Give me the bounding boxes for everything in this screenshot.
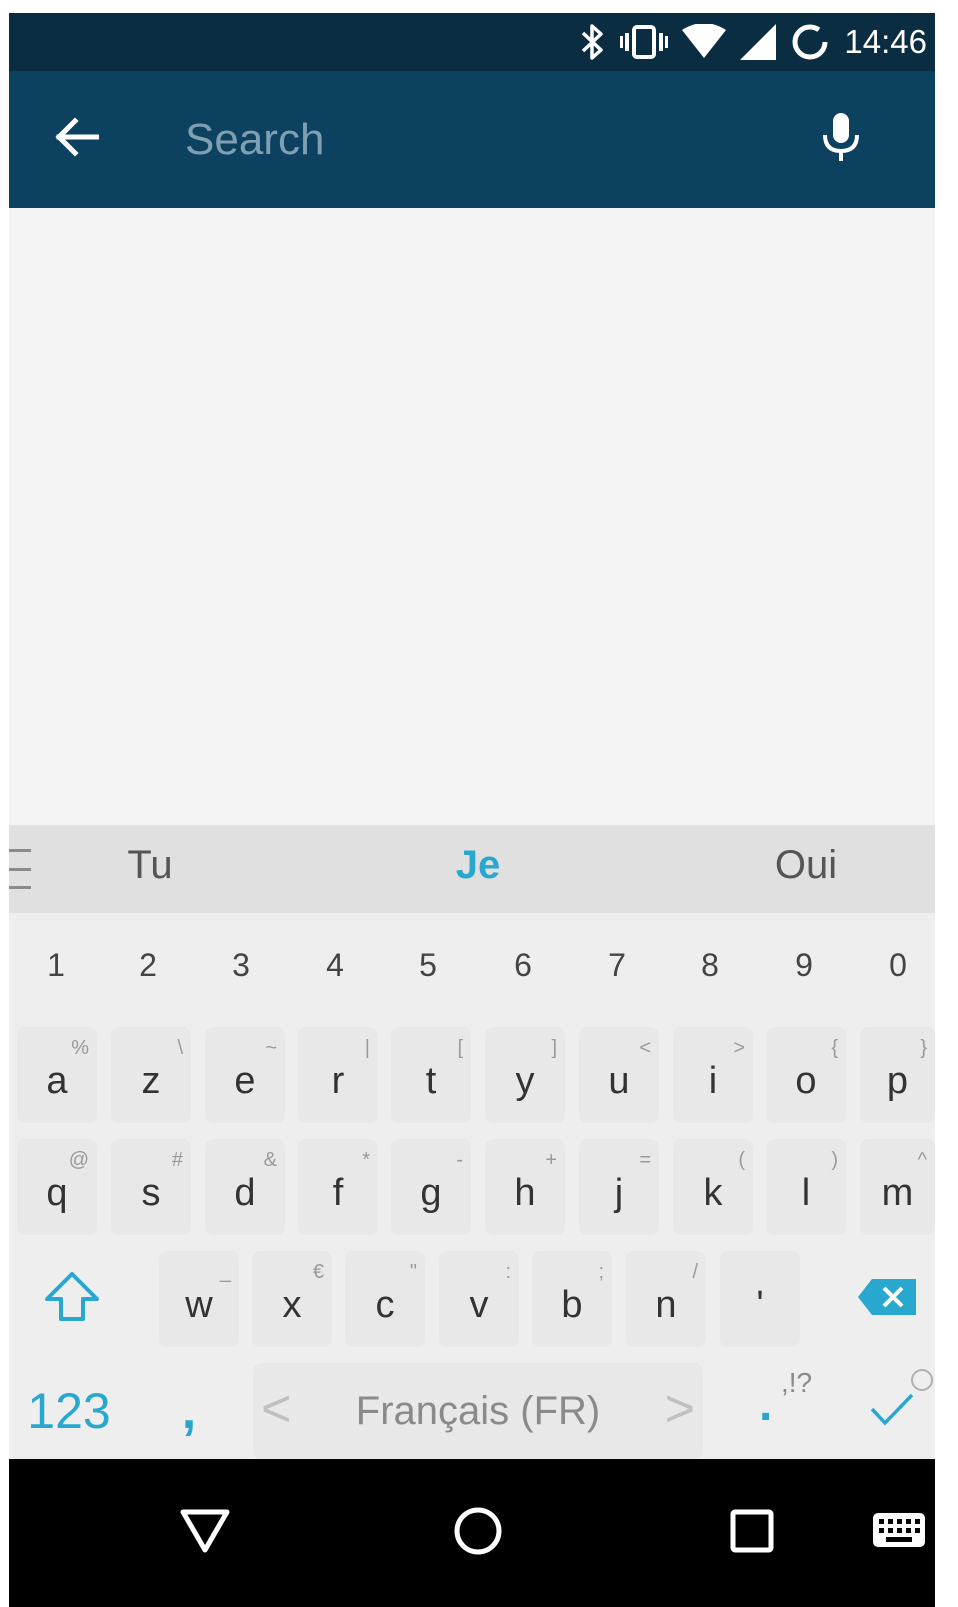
key-r[interactable]: | r <box>298 1027 378 1123</box>
mic-icon <box>821 111 861 168</box>
comma-key[interactable]: , <box>149 1363 229 1459</box>
key-h[interactable]: + h <box>485 1139 565 1235</box>
key-m[interactable]: ^ m <box>860 1139 935 1235</box>
signal-icon <box>740 24 777 60</box>
suggestion-strip: Tu Je Oui <box>9 825 935 913</box>
status-time: 14:46 <box>844 23 927 60</box>
soft-keyboard: Tu Je Oui 1 2 3 4 5 6 7 8 9 0 % a \ z ~ e |… <box>9 825 935 1459</box>
shift-key[interactable] <box>17 1251 127 1347</box>
keyboard-icon <box>871 1511 927 1556</box>
sync-icon <box>790 22 830 62</box>
key-b[interactable]: ; b <box>532 1251 612 1347</box>
key-y[interactable]: ] y <box>485 1027 565 1123</box>
language-next-arrow: > <box>664 1380 695 1438</box>
language-prev-arrow: < <box>261 1380 292 1438</box>
key-c[interactable]: " c <box>345 1251 425 1347</box>
key-a[interactable]: % a <box>17 1027 97 1123</box>
key-g[interactable]: -g <box>391 1139 471 1235</box>
shift-icon <box>43 1271 101 1328</box>
key-apostrophe[interactable]: ' <box>720 1251 800 1347</box>
key-0[interactable]: 0 <box>868 947 928 984</box>
key-8[interactable]: 8 <box>680 947 740 984</box>
screen: 14:46 Tu Je Oui 1 2 3 4 5 6 <box>9 13 935 1607</box>
key-k[interactable]: (k <box>673 1139 753 1235</box>
symbols-key[interactable]: 123 <box>9 1363 129 1459</box>
key-l[interactable]: ) l <box>766 1139 846 1235</box>
key-t[interactable]: [t <box>391 1027 471 1123</box>
wifi-icon <box>682 24 727 60</box>
key-x[interactable]: € x <box>252 1251 332 1347</box>
status-bar: 14:46 <box>9 13 935 71</box>
number-row: 1 2 3 4 5 6 7 8 9 0 <box>9 913 935 1021</box>
emoji-hint-icon <box>911 1369 933 1391</box>
back-arrow-icon <box>55 116 100 162</box>
punctuation-hint: ,!? <box>781 1367 813 1398</box>
voice-search-button[interactable] <box>809 107 873 171</box>
key-z[interactable]: \ z <box>111 1027 191 1123</box>
space-bar[interactable]: < Français (FR) > <box>253 1363 703 1459</box>
vibrate-icon <box>620 24 669 60</box>
backspace-icon <box>858 1278 916 1320</box>
back-button[interactable] <box>49 111 105 167</box>
key-f[interactable]: * f <box>298 1139 378 1235</box>
space-language-label: Français (FR) <box>355 1388 601 1433</box>
key-2[interactable]: 2 <box>118 947 178 984</box>
suggestion-left[interactable]: Tu <box>127 843 172 888</box>
key-v[interactable]: :v <box>439 1251 519 1347</box>
nav-back-button[interactable] <box>165 1493 245 1573</box>
nav-home-button[interactable] <box>438 1493 518 1573</box>
period-key[interactable]: ,!? . <box>729 1363 829 1459</box>
nav-back-icon <box>180 1508 230 1559</box>
key-4[interactable]: 4 <box>305 947 365 984</box>
navigation-bar <box>9 1459 935 1607</box>
key-5[interactable]: 5 <box>398 947 458 984</box>
key-d[interactable]: & d <box>205 1139 285 1235</box>
key-p[interactable]: } p <box>860 1027 935 1123</box>
search-results-area <box>9 208 935 825</box>
key-u[interactable]: < u <box>579 1027 659 1123</box>
suggestion-right[interactable]: Oui <box>775 843 837 888</box>
search-app-bar <box>9 71 935 208</box>
key-n[interactable]: / n <box>626 1251 706 1347</box>
nav-recents-icon <box>730 1509 774 1558</box>
key-7[interactable]: 7 <box>587 947 647 984</box>
key-o[interactable]: {o <box>766 1027 846 1123</box>
key-3[interactable]: 3 <box>211 947 271 984</box>
key-i[interactable]: > i <box>673 1027 753 1123</box>
checkmark-icon <box>869 1391 915 1432</box>
key-w[interactable]: _ w <box>159 1251 239 1347</box>
nav-home-icon <box>453 1506 503 1561</box>
key-9[interactable]: 9 <box>774 947 834 984</box>
keyboard-menu-icon[interactable] <box>9 849 39 889</box>
search-input[interactable] <box>183 107 787 173</box>
key-s[interactable]: # s <box>111 1139 191 1235</box>
key-q[interactable]: @ q <box>17 1139 97 1235</box>
backspace-key[interactable] <box>839 1251 935 1347</box>
key-j[interactable]: = j <box>579 1139 659 1235</box>
bluetooth-icon <box>580 22 606 62</box>
key-6[interactable]: 6 <box>493 947 553 984</box>
key-1[interactable]: 1 <box>26 947 86 984</box>
nav-recents-button[interactable] <box>712 1493 792 1573</box>
key-e[interactable]: ~ e <box>205 1027 285 1123</box>
enter-key[interactable] <box>849 1363 935 1459</box>
suggestion-middle[interactable]: Je <box>456 843 501 888</box>
keyboard-switch-button[interactable] <box>859 1493 935 1573</box>
